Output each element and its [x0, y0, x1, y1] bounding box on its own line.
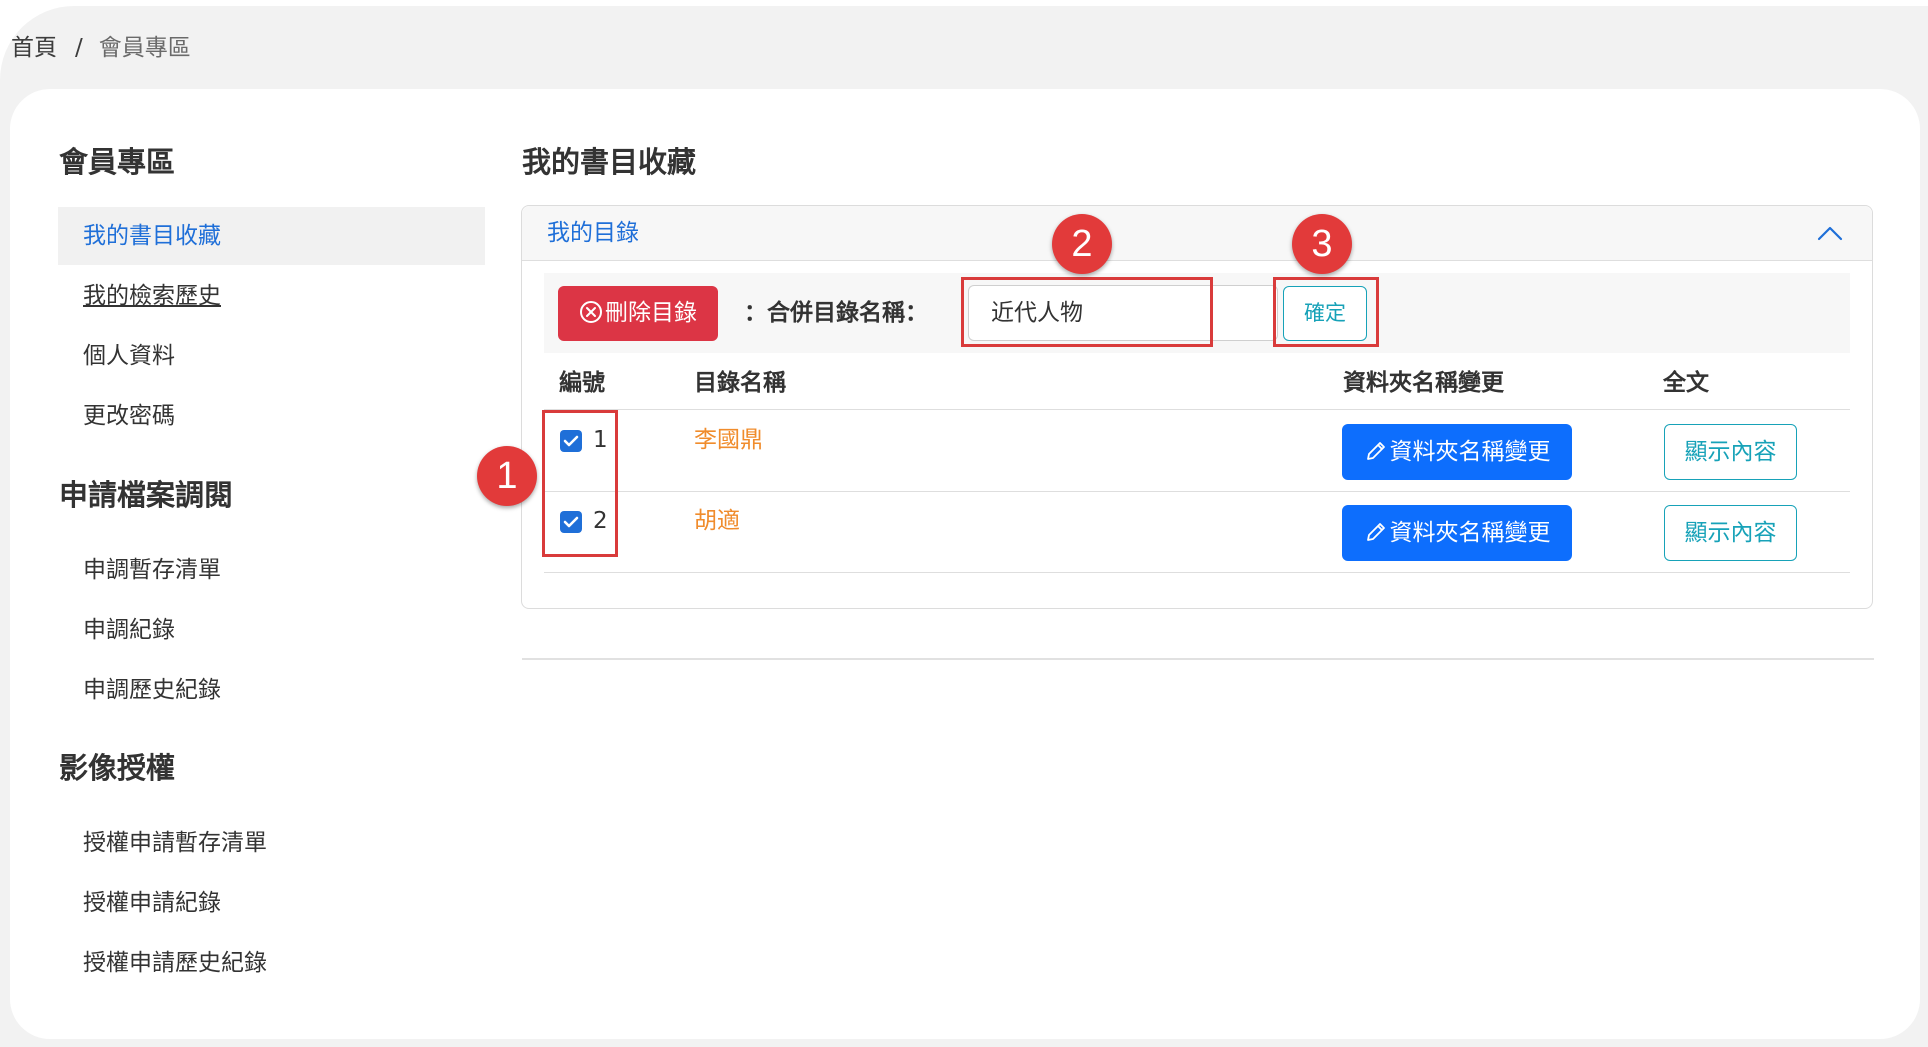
sidebar-heading-member: 會員專區 — [59, 145, 176, 179]
rename-folder-button[interactable]: 資料夾名稱變更 — [1342, 505, 1572, 561]
pencil-icon — [1366, 442, 1385, 460]
table-row-divider — [544, 491, 1850, 492]
sidebar-item-label: 申調暫存清單 — [83, 557, 221, 583]
column-header-catalog-name: 目錄名稱 — [694, 370, 786, 396]
sidebar-item-profile[interactable]: 個人資料 — [58, 327, 485, 385]
sidebar-item-archive-cart[interactable]: 申調暫存清單 — [58, 541, 485, 599]
breadcrumb-home[interactable]: 首頁 — [11, 35, 57, 61]
row-catalog-name[interactable]: 胡適 — [694, 505, 740, 537]
sidebar-item-label: 我的書目收藏 — [83, 223, 221, 249]
column-header-folder-rename: 資料夾名稱變更 — [1343, 370, 1504, 396]
sidebar-item-label: 我的檢索歷史 — [83, 283, 221, 309]
column-header-fulltext: 全文 — [1663, 370, 1709, 396]
sidebar-heading-archive: 申請檔案調閱 — [59, 478, 234, 512]
sidebar-item-label: 申調紀錄 — [83, 617, 175, 643]
sidebar-item-archive-records[interactable]: 申調紀錄 — [58, 601, 485, 659]
card-header-title: 我的目錄 — [547, 220, 639, 246]
page-title: 我的書目收藏 — [522, 145, 697, 179]
row-catalog-name[interactable]: 李國鼎 — [694, 424, 763, 456]
sidebar-item-label: 授權申請歷史紀錄 — [83, 950, 267, 976]
show-content-button[interactable]: 顯示內容 — [1664, 424, 1797, 480]
sidebar-item-change-password[interactable]: 更改密碼 — [58, 387, 485, 445]
screen: 首頁 / 會員專區 會員專區 我的書目收藏 我的檢索歷史 個人資料 更改密碼 申請檔… — [0, 0, 1928, 1047]
sidebar-item-label: 授權申請暫存清單 — [83, 830, 267, 856]
breadcrumb-separator: / — [75, 35, 83, 61]
sidebar-item-my-bibliography[interactable]: 我的書目收藏 — [58, 207, 485, 265]
chevron-up-icon[interactable] — [1816, 220, 1844, 248]
show-content-button[interactable]: 顯示內容 — [1664, 505, 1797, 561]
sidebar-item-license-cart[interactable]: 授權申請暫存清單 — [58, 814, 485, 872]
sidebar-item-label: 更改密碼 — [83, 403, 175, 429]
breadcrumb-current: 會員專區 — [98, 35, 191, 61]
sidebar-item-license-history[interactable]: 授權申請歷史紀錄 — [58, 934, 485, 992]
sidebar-item-license-records[interactable]: 授權申請紀錄 — [58, 874, 485, 932]
circle-x-icon — [580, 301, 602, 323]
delete-catalog-button[interactable]: 刪除目錄 — [558, 286, 718, 341]
annotation-marker-3: 3 — [1292, 214, 1352, 274]
sidebar-item-label: 個人資料 — [83, 343, 175, 369]
sidebar-item-label: 授權申請紀錄 — [83, 890, 221, 916]
annotation-marker-2: 2 — [1052, 214, 1112, 274]
rename-folder-label: 資料夾名稱變更 — [1389, 520, 1551, 546]
annotation-box-confirm — [1273, 277, 1379, 347]
column-header-number: 編號 — [559, 370, 605, 396]
section-divider — [522, 658, 1874, 660]
delete-catalog-label: 刪除目錄 — [605, 300, 697, 326]
annotation-box-checkboxes — [542, 410, 618, 557]
rename-folder-label: 資料夾名稱變更 — [1389, 439, 1551, 465]
sidebar-item-archive-history[interactable]: 申調歷史紀錄 — [58, 661, 485, 719]
sidebar-heading-image-license: 影像授權 — [59, 751, 176, 785]
table-row-divider — [544, 572, 1850, 573]
pencil-icon — [1366, 523, 1385, 541]
card-header[interactable]: 我的目錄 — [522, 206, 1872, 261]
sidebar-item-label: 申調歷史紀錄 — [83, 677, 221, 703]
breadcrumb: 首頁 / 會員專區 — [11, 32, 191, 64]
rename-folder-button[interactable]: 資料夾名稱變更 — [1342, 424, 1572, 480]
annotation-box-merge-input — [961, 277, 1213, 347]
table-header-divider — [544, 409, 1850, 410]
merge-name-label: ：合併目錄名稱： — [744, 300, 928, 326]
sidebar-item-search-history[interactable]: 我的檢索歷史 — [58, 267, 485, 325]
annotation-marker-1: 1 — [477, 446, 537, 506]
